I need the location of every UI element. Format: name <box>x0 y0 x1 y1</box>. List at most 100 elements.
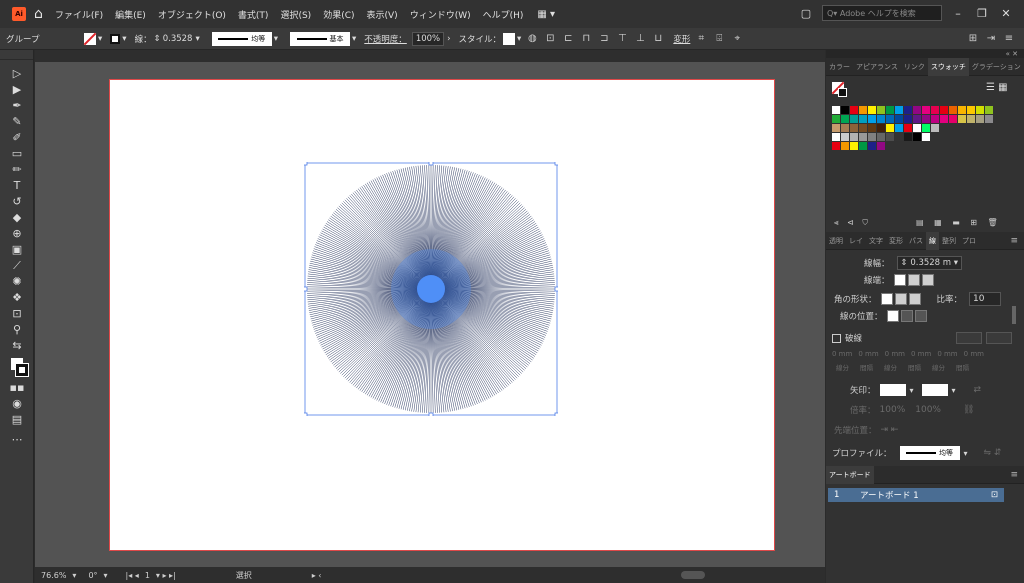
align-bottom-icon[interactable]: ⊔ <box>651 33 665 44</box>
swatch[interactable] <box>886 115 894 123</box>
swatch[interactable] <box>949 115 957 123</box>
swatch[interactable] <box>895 106 903 114</box>
flip-profile-icons[interactable]: ⇋ ⇵ <box>984 448 1002 458</box>
dash-align-corner-button[interactable] <box>986 332 1012 344</box>
butt-cap-button[interactable] <box>893 274 906 286</box>
variable-width-profile[interactable]: 均等 ▾ <box>208 31 278 46</box>
swatch[interactable] <box>841 124 849 132</box>
screen-mode-icon[interactable]: ▢ <box>798 7 814 20</box>
artboard-number[interactable]: 1 <box>145 571 150 580</box>
swatch[interactable] <box>859 133 867 141</box>
profile-select[interactable]: 均等 <box>899 446 960 460</box>
start-arrow-select[interactable] <box>879 384 906 396</box>
tab-align[interactable]: 整列 <box>939 236 959 246</box>
stroke-color-button[interactable]: ▾ <box>110 33 127 44</box>
panel-scrollbar[interactable] <box>1012 306 1016 324</box>
menu-window[interactable]: ウィンドウ(W) <box>410 8 471 21</box>
swatch[interactable] <box>913 124 921 132</box>
gap-1[interactable]: 0 mm <box>858 350 878 358</box>
swatch[interactable] <box>958 115 966 123</box>
tab-color[interactable]: カラー <box>826 62 853 72</box>
swatch[interactable] <box>904 133 912 141</box>
align-to-icon[interactable]: ⊡ <box>543 33 557 44</box>
swatch[interactable] <box>922 124 930 132</box>
swatch[interactable] <box>913 115 921 123</box>
stroke-weight-field[interactable]: ⇕ 0.3528 ▾ <box>154 34 200 44</box>
selection-handle[interactable] <box>554 162 558 166</box>
tab-stroke[interactable]: 線 <box>926 231 939 250</box>
projecting-cap-button[interactable] <box>921 274 934 286</box>
swatch[interactable] <box>886 133 894 141</box>
curvature-tool-icon[interactable]: ✎ <box>0 114 34 130</box>
swatch[interactable] <box>832 106 840 114</box>
swatch[interactable] <box>832 142 840 150</box>
artboard-tool-icon[interactable]: ⊡ <box>0 306 34 322</box>
swatch[interactable] <box>850 115 858 123</box>
tab-transparency[interactable]: 透明 <box>826 236 846 246</box>
selection-tool-icon[interactable]: ▷ <box>0 66 34 82</box>
draw-mode-icon[interactable]: ◉ <box>0 396 34 412</box>
swatch[interactable] <box>832 133 840 141</box>
swatch[interactable] <box>895 115 903 123</box>
align-top-icon[interactable]: ⊤ <box>615 33 629 44</box>
end-arrow-select[interactable] <box>921 384 948 396</box>
rotation-dropdown-icon[interactable]: ▾ <box>104 571 108 580</box>
stroke-swatch[interactable] <box>15 363 29 377</box>
tab-pathfinder[interactable]: パス <box>906 236 926 246</box>
home-icon[interactable]: ⌂ <box>34 6 43 22</box>
menu-select[interactable]: 選択(S) <box>280 8 311 21</box>
selection-handle[interactable] <box>304 412 308 416</box>
swatch[interactable] <box>949 106 957 114</box>
swatch[interactable] <box>895 124 903 132</box>
tab-character[interactable]: 文字 <box>866 236 886 246</box>
swap-fill-stroke-icon[interactable]: ⇆ <box>0 338 34 354</box>
horizontal-scrollbar[interactable] <box>681 571 705 579</box>
swatch[interactable] <box>967 106 975 114</box>
swatch[interactable] <box>850 106 858 114</box>
help-search-input[interactable]: Q▾ Adobe ヘルプを検索 <box>822 5 942 21</box>
gap-2[interactable]: 0 mm <box>911 350 931 358</box>
swatch[interactable] <box>850 133 858 141</box>
symbol-sprayer-tool-icon[interactable]: ✺ <box>0 274 34 290</box>
limit-field[interactable]: 10 <box>969 292 1002 306</box>
swatch[interactable] <box>859 124 867 132</box>
shape-builder-tool-icon[interactable]: ⊕ <box>0 226 34 242</box>
direct-selection-tool-icon[interactable]: ▶ <box>0 82 34 98</box>
arrow-align-buttons[interactable]: ⇥ ⇤ <box>881 425 899 435</box>
swatch[interactable] <box>913 106 921 114</box>
screen-mode-tool-icon[interactable]: ▤ <box>0 412 34 428</box>
swatch[interactable] <box>904 115 912 123</box>
tab-swatches[interactable]: スウォッチ <box>927 57 969 76</box>
pen-tool-icon[interactable]: ✒ <box>0 98 34 114</box>
tab-links[interactable]: リンク <box>901 62 928 72</box>
zoom-tool-icon[interactable]: ⚲ <box>0 322 34 338</box>
dash-checkbox[interactable] <box>832 333 841 343</box>
more-tools-icon[interactable]: ⋯ <box>0 432 34 448</box>
tab-gradient[interactable]: グラデーション <box>969 62 1024 72</box>
arrow-scale-start[interactable]: 100% <box>880 405 906 415</box>
arrange-docs-icon[interactable]: ⊞ <box>966 33 980 44</box>
swatch[interactable] <box>841 133 849 141</box>
rotation-value[interactable]: 0° <box>88 571 97 580</box>
artboard-row-name[interactable]: アートボード 1 <box>860 489 919 501</box>
blend-tool-icon[interactable]: ❖ <box>0 290 34 306</box>
swatch[interactable] <box>877 133 885 141</box>
artboard-prev-icon[interactable]: |◂ ◂ <box>126 571 139 580</box>
swatch-grid[interactable] <box>832 106 993 151</box>
align-inside-stroke-button[interactable] <box>900 310 913 322</box>
swatch[interactable] <box>886 124 894 132</box>
eyedropper-tool-icon[interactable]: ⟋ <box>0 258 34 274</box>
workspace-icon[interactable]: ⇥ <box>984 33 998 44</box>
menu-file[interactable]: ファイル(F) <box>55 8 103 21</box>
swatch[interactable] <box>859 115 867 123</box>
tab-layers[interactable]: レイ <box>846 236 866 246</box>
swatch[interactable] <box>931 115 939 123</box>
selection-handle[interactable] <box>428 162 434 166</box>
swatch[interactable] <box>877 106 885 114</box>
dash-1[interactable]: 0 mm <box>832 350 852 358</box>
swatch[interactable] <box>832 115 840 123</box>
swatch[interactable] <box>895 133 903 141</box>
radial-burst-artwork[interactable] <box>304 162 558 416</box>
menu-type[interactable]: 書式(T) <box>238 8 269 21</box>
rotate-tool-icon[interactable]: ↺ <box>0 194 34 210</box>
